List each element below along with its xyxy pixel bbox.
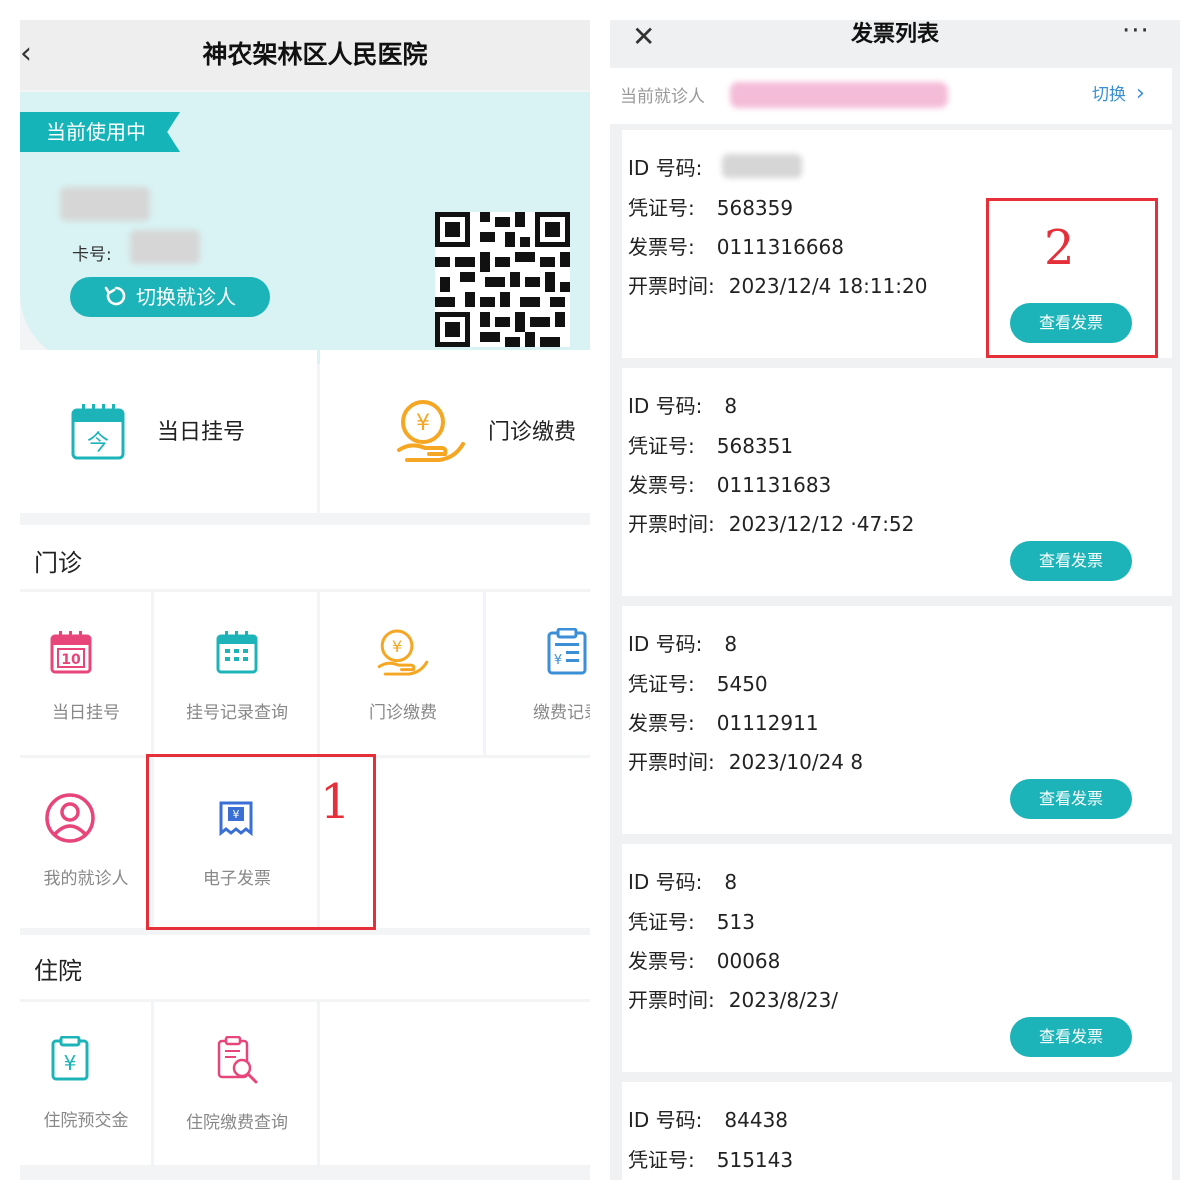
invoice-time-row: 开票时间: 2023/10/24 8: [628, 750, 864, 774]
invoice-list-title: 发票列表: [850, 22, 939, 47]
switch-patient-button[interactable]: 切换就诊人: [70, 277, 270, 317]
invoice-voucher-row: 凭证号: 5450: [628, 672, 768, 696]
chevron-right-icon: ›: [1136, 81, 1145, 106]
outpatient-section-header: 门诊: [20, 525, 590, 589]
outpatient-section-title: 门诊: [34, 549, 82, 577]
bill-search-icon: [217, 1036, 258, 1084]
inpatient-section-title: 住院: [34, 957, 82, 985]
grid-register-today-label: 当日挂号: [52, 703, 120, 723]
receipt-list-icon: ¥: [547, 628, 587, 675]
view-invoice-button[interactable]: 查看发票: [1010, 541, 1132, 581]
current-patient-bar: 当前就诊人 切换 ›: [610, 68, 1172, 124]
deposit-clipboard-icon: ¥: [51, 1036, 89, 1081]
invoice-number-row: 发票号: 00068: [628, 949, 781, 973]
svg-text:¥: ¥: [554, 653, 562, 668]
invoice-voucher-row: 凭证号: 515143: [628, 1148, 794, 1172]
switch-patient-text: 切换: [1092, 85, 1126, 105]
invoice-id-row: ID 号码:: [628, 156, 703, 180]
quick-outpatient-payment-label: 门诊缴费: [488, 420, 577, 445]
invoice-id-row: ID 号码: 8: [628, 632, 738, 656]
grid-inpatient-payment-query[interactable]: 住院缴费查询: [154, 1002, 317, 1165]
qr-code-icon[interactable]: [435, 212, 570, 347]
refresh-icon: [104, 286, 126, 306]
invoice-card: ID 号码: 8 凭证号: 568351 发票号: 011131683 开票时间: 20…: [622, 368, 1172, 596]
hospital-title: 神农架林区人民医院: [202, 40, 428, 69]
invoice-id-row: ID 号码: 84438: [628, 1108, 789, 1132]
user-circle-icon: [45, 793, 95, 843]
invoice-time-row: 开票时间: 2023/12/4 18:11:20: [628, 274, 928, 298]
view-invoice-button[interactable]: 查看发票: [1010, 1017, 1132, 1057]
quick-outpatient-payment[interactable]: ¥ 门诊缴费: [320, 350, 590, 513]
current-patient-label: 当前就诊人: [620, 87, 705, 107]
calendar-today-icon: 今: [71, 404, 125, 460]
svg-text:¥: ¥: [64, 1051, 77, 1075]
svg-text:¥: ¥: [392, 637, 402, 656]
hand-coin-icon: ¥: [397, 400, 465, 462]
grid-outpatient-payment[interactable]: ¥ 门诊缴费: [320, 592, 483, 755]
invoice-card: ID 号码: 8 凭证号: 513 发票号: 00068 开票时间: 2023/8/23…: [622, 844, 1172, 1072]
invoice-time-row: 开票时间: 2023/8/23/: [628, 988, 839, 1012]
invoice-id-row: ID 号码: 8: [628, 870, 738, 894]
invoice-list-panel: ✕ 发票列表 ··· 当前就诊人 切换 › ID 号码: 凭证号: 568359 发…: [610, 20, 1180, 1180]
grid-outpatient-payment-label: 门诊缴费: [369, 703, 437, 723]
grid-inpatient-deposit[interactable]: ¥ 住院预交金: [20, 1002, 151, 1165]
invoice-voucher-row: 凭证号: 513: [628, 910, 755, 934]
hospital-home-panel: ‹ 神农架林区人民医院 当前使用中 卡号: 切换就诊人 今 当日挂号 ¥ 门诊缴…: [20, 20, 590, 1180]
quick-register-today[interactable]: 今 当日挂号: [20, 350, 317, 513]
card-number-label: 卡号:: [72, 245, 112, 265]
invoice-card: ID 号码: 84438 凭证号: 515143: [622, 1082, 1172, 1180]
svg-text:10: 10: [61, 652, 81, 668]
switch-patient-label: 切换就诊人: [136, 285, 236, 309]
invoice-number-row: 发票号: 011131683: [628, 473, 832, 497]
grid-register-records[interactable]: 挂号记录查询: [154, 592, 317, 755]
hand-coin-icon: ¥: [377, 629, 429, 676]
annotation-number-1: 1: [320, 774, 351, 830]
grid-inpatient-deposit-label: 住院预交金: [43, 1111, 129, 1131]
card-number-blurred: [130, 230, 200, 264]
grid-empty-cell: [320, 1002, 590, 1165]
patient-name-blurred: [60, 187, 150, 221]
invoice-number-row: 发票号: 01112911: [628, 711, 819, 735]
more-icon[interactable]: ···: [1122, 20, 1150, 46]
calendar-10-icon: 10: [50, 631, 92, 674]
annotation-number-2: 2: [1044, 220, 1075, 276]
invoice-voucher-row: 凭证号: 568359: [628, 196, 794, 220]
grid-my-patients[interactable]: 我的就诊人: [20, 758, 151, 928]
view-invoice-button[interactable]: 查看发票: [1010, 779, 1132, 819]
grid-payment-records[interactable]: ¥ 缴费记录: [486, 592, 590, 755]
grid-payment-records-label: 缴费记录: [533, 703, 590, 723]
invoice-voucher-row: 凭证号: 568351: [628, 434, 794, 458]
current-patient-name-blurred: [730, 82, 948, 108]
svg-text:今: 今: [87, 431, 109, 456]
invoice-number-row: 发票号: 0111316668: [628, 235, 844, 259]
grid-inpatient-payment-query-label: 住院缴费查询: [186, 1113, 288, 1133]
quick-register-today-label: 当日挂号: [157, 420, 246, 445]
calendar-grid-icon: [216, 631, 258, 674]
patient-card: 当前使用中 卡号: 切换就诊人: [20, 92, 590, 364]
invoice-id-blurred: [722, 154, 802, 178]
invoice-time-row: 开票时间: 2023/12/12 ·47:52: [628, 512, 915, 536]
inpatient-section-header: 住院: [20, 935, 590, 999]
invoice-card: ID 号码: 8 凭证号: 5450 发票号: 01112911 开票时间: 2023/…: [622, 606, 1172, 834]
current-in-use-tag: 当前使用中: [20, 112, 180, 152]
switch-patient-link[interactable]: 切换 ›: [1092, 80, 1145, 106]
svg-text:¥: ¥: [416, 411, 430, 436]
grid-register-today[interactable]: 10 当日挂号: [20, 592, 151, 755]
grid-register-records-label: 挂号记录查询: [186, 703, 288, 723]
invoice-id-row: ID 号码: 8: [628, 394, 738, 418]
